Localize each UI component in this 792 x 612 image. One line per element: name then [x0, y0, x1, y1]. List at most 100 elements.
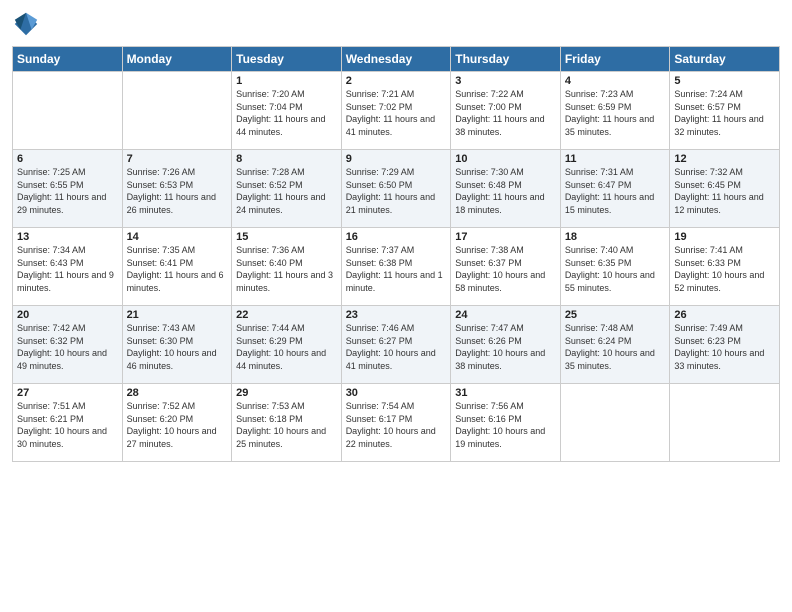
calendar-cell: 24Sunrise: 7:47 AM Sunset: 6:26 PM Dayli…	[451, 306, 561, 384]
day-number: 19	[674, 231, 775, 243]
calendar-cell: 22Sunrise: 7:44 AM Sunset: 6:29 PM Dayli…	[232, 306, 342, 384]
day-number: 22	[236, 309, 337, 321]
day-number: 23	[346, 309, 447, 321]
calendar-cell: 12Sunrise: 7:32 AM Sunset: 6:45 PM Dayli…	[670, 150, 780, 228]
header-day-thursday: Thursday	[451, 47, 561, 72]
calendar-cell: 3Sunrise: 7:22 AM Sunset: 7:00 PM Daylig…	[451, 72, 561, 150]
day-info: Sunrise: 7:36 AM Sunset: 6:40 PM Dayligh…	[236, 244, 337, 294]
day-info: Sunrise: 7:41 AM Sunset: 6:33 PM Dayligh…	[674, 244, 775, 294]
day-number: 7	[127, 153, 228, 165]
day-info: Sunrise: 7:51 AM Sunset: 6:21 PM Dayligh…	[17, 400, 118, 450]
calendar-cell: 23Sunrise: 7:46 AM Sunset: 6:27 PM Dayli…	[341, 306, 451, 384]
calendar-cell: 5Sunrise: 7:24 AM Sunset: 6:57 PM Daylig…	[670, 72, 780, 150]
day-info: Sunrise: 7:38 AM Sunset: 6:37 PM Dayligh…	[455, 244, 556, 294]
day-info: Sunrise: 7:34 AM Sunset: 6:43 PM Dayligh…	[17, 244, 118, 294]
day-info: Sunrise: 7:29 AM Sunset: 6:50 PM Dayligh…	[346, 166, 447, 216]
day-info: Sunrise: 7:23 AM Sunset: 6:59 PM Dayligh…	[565, 88, 666, 138]
day-number: 11	[565, 153, 666, 165]
day-number: 16	[346, 231, 447, 243]
calendar-cell: 25Sunrise: 7:48 AM Sunset: 6:24 PM Dayli…	[560, 306, 670, 384]
week-row-4: 20Sunrise: 7:42 AM Sunset: 6:32 PM Dayli…	[13, 306, 780, 384]
day-info: Sunrise: 7:53 AM Sunset: 6:18 PM Dayligh…	[236, 400, 337, 450]
calendar-cell: 4Sunrise: 7:23 AM Sunset: 6:59 PM Daylig…	[560, 72, 670, 150]
header-row	[12, 10, 780, 38]
day-number: 12	[674, 153, 775, 165]
calendar-cell: 13Sunrise: 7:34 AM Sunset: 6:43 PM Dayli…	[13, 228, 123, 306]
day-info: Sunrise: 7:28 AM Sunset: 6:52 PM Dayligh…	[236, 166, 337, 216]
calendar-cell: 21Sunrise: 7:43 AM Sunset: 6:30 PM Dayli…	[122, 306, 232, 384]
day-info: Sunrise: 7:37 AM Sunset: 6:38 PM Dayligh…	[346, 244, 447, 294]
calendar-cell: 19Sunrise: 7:41 AM Sunset: 6:33 PM Dayli…	[670, 228, 780, 306]
day-number: 8	[236, 153, 337, 165]
day-number: 1	[236, 75, 337, 87]
day-info: Sunrise: 7:42 AM Sunset: 6:32 PM Dayligh…	[17, 322, 118, 372]
calendar-cell: 7Sunrise: 7:26 AM Sunset: 6:53 PM Daylig…	[122, 150, 232, 228]
calendar-cell: 27Sunrise: 7:51 AM Sunset: 6:21 PM Dayli…	[13, 384, 123, 462]
logo-area	[12, 10, 42, 38]
week-row-5: 27Sunrise: 7:51 AM Sunset: 6:21 PM Dayli…	[13, 384, 780, 462]
day-info: Sunrise: 7:26 AM Sunset: 6:53 PM Dayligh…	[127, 166, 228, 216]
calendar-cell: 30Sunrise: 7:54 AM Sunset: 6:17 PM Dayli…	[341, 384, 451, 462]
calendar-cell: 20Sunrise: 7:42 AM Sunset: 6:32 PM Dayli…	[13, 306, 123, 384]
day-info: Sunrise: 7:30 AM Sunset: 6:48 PM Dayligh…	[455, 166, 556, 216]
header-day-monday: Monday	[122, 47, 232, 72]
day-number: 10	[455, 153, 556, 165]
day-info: Sunrise: 7:24 AM Sunset: 6:57 PM Dayligh…	[674, 88, 775, 138]
day-info: Sunrise: 7:47 AM Sunset: 6:26 PM Dayligh…	[455, 322, 556, 372]
day-info: Sunrise: 7:20 AM Sunset: 7:04 PM Dayligh…	[236, 88, 337, 138]
day-number: 18	[565, 231, 666, 243]
day-number: 29	[236, 387, 337, 399]
day-info: Sunrise: 7:56 AM Sunset: 6:16 PM Dayligh…	[455, 400, 556, 450]
calendar-cell: 10Sunrise: 7:30 AM Sunset: 6:48 PM Dayli…	[451, 150, 561, 228]
calendar-cell	[560, 384, 670, 462]
calendar-cell: 17Sunrise: 7:38 AM Sunset: 6:37 PM Dayli…	[451, 228, 561, 306]
calendar-cell: 15Sunrise: 7:36 AM Sunset: 6:40 PM Dayli…	[232, 228, 342, 306]
day-number: 5	[674, 75, 775, 87]
week-row-3: 13Sunrise: 7:34 AM Sunset: 6:43 PM Dayli…	[13, 228, 780, 306]
header-row-days: SundayMondayTuesdayWednesdayThursdayFrid…	[13, 47, 780, 72]
day-number: 9	[346, 153, 447, 165]
calendar-cell	[13, 72, 123, 150]
header-day-wednesday: Wednesday	[341, 47, 451, 72]
day-info: Sunrise: 7:54 AM Sunset: 6:17 PM Dayligh…	[346, 400, 447, 450]
calendar-cell: 9Sunrise: 7:29 AM Sunset: 6:50 PM Daylig…	[341, 150, 451, 228]
day-number: 14	[127, 231, 228, 243]
day-number: 17	[455, 231, 556, 243]
day-number: 28	[127, 387, 228, 399]
header-day-saturday: Saturday	[670, 47, 780, 72]
calendar-body: 1Sunrise: 7:20 AM Sunset: 7:04 PM Daylig…	[13, 72, 780, 462]
calendar-cell: 8Sunrise: 7:28 AM Sunset: 6:52 PM Daylig…	[232, 150, 342, 228]
calendar-cell: 18Sunrise: 7:40 AM Sunset: 6:35 PM Dayli…	[560, 228, 670, 306]
day-info: Sunrise: 7:49 AM Sunset: 6:23 PM Dayligh…	[674, 322, 775, 372]
day-info: Sunrise: 7:22 AM Sunset: 7:00 PM Dayligh…	[455, 88, 556, 138]
day-info: Sunrise: 7:35 AM Sunset: 6:41 PM Dayligh…	[127, 244, 228, 294]
day-info: Sunrise: 7:44 AM Sunset: 6:29 PM Dayligh…	[236, 322, 337, 372]
day-number: 20	[17, 309, 118, 321]
day-info: Sunrise: 7:46 AM Sunset: 6:27 PM Dayligh…	[346, 322, 447, 372]
day-number: 30	[346, 387, 447, 399]
day-number: 31	[455, 387, 556, 399]
day-number: 13	[17, 231, 118, 243]
day-number: 25	[565, 309, 666, 321]
calendar-cell: 14Sunrise: 7:35 AM Sunset: 6:41 PM Dayli…	[122, 228, 232, 306]
header-day-sunday: Sunday	[13, 47, 123, 72]
day-number: 24	[455, 309, 556, 321]
calendar-header: SundayMondayTuesdayWednesdayThursdayFrid…	[13, 47, 780, 72]
day-number: 4	[565, 75, 666, 87]
day-number: 6	[17, 153, 118, 165]
calendar-cell: 29Sunrise: 7:53 AM Sunset: 6:18 PM Dayli…	[232, 384, 342, 462]
calendar-cell	[670, 384, 780, 462]
day-info: Sunrise: 7:25 AM Sunset: 6:55 PM Dayligh…	[17, 166, 118, 216]
calendar-cell: 1Sunrise: 7:20 AM Sunset: 7:04 PM Daylig…	[232, 72, 342, 150]
calendar-cell: 2Sunrise: 7:21 AM Sunset: 7:02 PM Daylig…	[341, 72, 451, 150]
day-info: Sunrise: 7:32 AM Sunset: 6:45 PM Dayligh…	[674, 166, 775, 216]
page-container: SundayMondayTuesdayWednesdayThursdayFrid…	[0, 0, 792, 470]
calendar-cell: 11Sunrise: 7:31 AM Sunset: 6:47 PM Dayli…	[560, 150, 670, 228]
day-number: 27	[17, 387, 118, 399]
day-info: Sunrise: 7:40 AM Sunset: 6:35 PM Dayligh…	[565, 244, 666, 294]
day-info: Sunrise: 7:52 AM Sunset: 6:20 PM Dayligh…	[127, 400, 228, 450]
day-info: Sunrise: 7:21 AM Sunset: 7:02 PM Dayligh…	[346, 88, 447, 138]
calendar-cell: 31Sunrise: 7:56 AM Sunset: 6:16 PM Dayli…	[451, 384, 561, 462]
calendar-cell	[122, 72, 232, 150]
day-info: Sunrise: 7:31 AM Sunset: 6:47 PM Dayligh…	[565, 166, 666, 216]
